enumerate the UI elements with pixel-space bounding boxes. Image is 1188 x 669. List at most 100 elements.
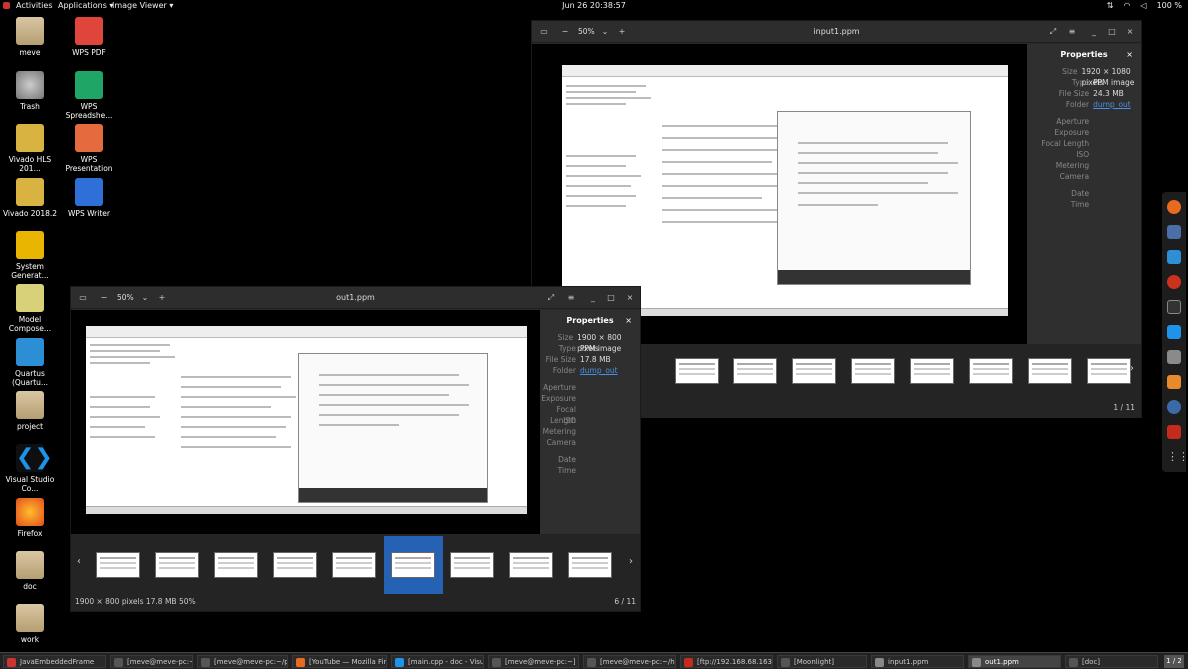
terminal-icon[interactable] (1167, 300, 1181, 314)
minimize-icon[interactable]: _ (587, 292, 599, 304)
maximize-icon[interactable]: □ (605, 292, 617, 304)
wps-spreadsheet-icon (75, 71, 103, 99)
next-arrow-icon[interactable]: › (1130, 363, 1134, 374)
menu-icon[interactable]: ≡ (1066, 26, 1078, 38)
thumbnail[interactable] (910, 358, 954, 384)
property-row: Exposure (1054, 128, 1090, 137)
close-icon[interactable]: × (624, 292, 636, 304)
app-grid-icon[interactable]: ⋮⋮ (1167, 450, 1188, 464)
desktop-icon-trash[interactable]: Trash (0, 71, 61, 111)
taskbar-item[interactable]: [meve@meve-pc:~] (488, 655, 579, 668)
property-row: Camera (1059, 172, 1090, 181)
maximize-icon[interactable]: □ (1106, 26, 1118, 38)
header-bar[interactable]: ▭ − 50% ⌄ + input1.ppm ⤢ ≡ _ □ × (532, 21, 1141, 43)
taskbar-item[interactable]: [main.cpp - doc - Visual ... (391, 655, 484, 668)
thumbnail[interactable] (214, 552, 258, 578)
taskbar-item[interactable]: [meve@meve-pc:~/home/... (583, 655, 676, 668)
property-row: Aperture (543, 383, 576, 392)
taskbar-item[interactable]: input1.ppm (871, 655, 964, 668)
taskbar-item[interactable]: [meve@meve-pc:~/proje... (197, 655, 288, 668)
close-properties-icon[interactable]: × (1126, 44, 1133, 66)
folder-icon (16, 551, 44, 579)
taskbar-item[interactable]: JavaEmbeddedFrame (3, 655, 106, 668)
java-icon[interactable] (1167, 375, 1181, 389)
desktop-icon-work[interactable]: work (0, 604, 61, 644)
taskbar-item[interactable]: [doc] (1065, 655, 1158, 668)
properties-panel: Properties × Size 1900 × 800 pixels Type PP… (540, 310, 640, 534)
model-composer-icon (16, 284, 44, 312)
thumbnail-strip[interactable]: ‹ › 1900 × 800 pixels 17.8 MB 50% 6 / 11 (71, 534, 640, 611)
image-viewer-window-out[interactable]: ▭ − 50% ⌄ + out1.ppm ⤢ ≡ _ □ × Propertie… (70, 286, 641, 612)
property-row: ISO (563, 416, 576, 425)
thumbnail[interactable] (391, 552, 435, 578)
taskbar-item-active[interactable]: out1.ppm (968, 655, 1061, 668)
thumbnail[interactable] (969, 358, 1013, 384)
desktop-icon-firefox[interactable]: Firefox (0, 498, 61, 538)
fullscreen-icon[interactable]: ⤢ (1047, 26, 1059, 38)
next-arrow-icon[interactable]: › (629, 556, 633, 567)
image-canvas[interactable] (71, 310, 540, 534)
menu-icon[interactable]: ≡ (565, 292, 577, 304)
desktop-icon-system-generator[interactable]: System Generat... (0, 231, 61, 280)
thumbnail[interactable] (273, 552, 317, 578)
folder-link[interactable]: dump_out (580, 365, 618, 376)
fullscreen-icon[interactable]: ⤢ (545, 292, 557, 304)
taskbar-item[interactable]: [ftp://192.168.68.163:2... (680, 655, 773, 668)
image-status: 1900 × 800 pixels 17.8 MB 50% (75, 597, 196, 606)
desktop-icon-wps-spreadsheet[interactable]: WPS Spreadshe... (58, 71, 120, 120)
folder-icon (16, 604, 44, 632)
thumbnail[interactable] (509, 552, 553, 578)
thumbnail[interactable] (450, 552, 494, 578)
desktop-icon-vivado-hls[interactable]: Vivado HLS 201... (0, 124, 61, 173)
screenshot-image (562, 65, 1008, 316)
desktop-icon-wps-presentation[interactable]: WPS Presentation (58, 124, 120, 173)
desktop-icon-vscode[interactable]: ❮❯ Visual Studio Co... (0, 444, 61, 493)
desktop-icon-wps-writer[interactable]: WPS Writer (58, 178, 120, 218)
vscode-icon[interactable] (1167, 325, 1181, 339)
desktop-icon-model-composer[interactable]: Model Compose... (0, 284, 61, 333)
filezilla-icon[interactable] (1167, 425, 1181, 439)
property-row: File Size 24.3 MB (1058, 89, 1124, 98)
image-viewer-icon[interactable] (1167, 350, 1181, 364)
top-bar: Activities Applications ▾ Image Viewer ▾… (0, 0, 1188, 11)
desktop-icon-quartus[interactable]: Quartus (Quartu... (0, 338, 61, 387)
thumbnail[interactable] (1028, 358, 1072, 384)
thumbnail[interactable] (675, 358, 719, 384)
property-row: Date (558, 455, 576, 464)
workspace-pager[interactable]: 1 / 2 (1164, 655, 1184, 668)
property-row: Date (1071, 189, 1090, 198)
system-tray[interactable]: ⇅ ◠ ◁ 100 % (1107, 0, 1182, 11)
thumbnail[interactable] (733, 358, 777, 384)
network-app-icon[interactable] (1167, 400, 1181, 414)
desktop-icon-vivado[interactable]: Vivado 2018.2 (0, 178, 61, 218)
thumbnail[interactable] (332, 552, 376, 578)
header-bar[interactable]: ▭ − 50% ⌄ + out1.ppm ⤢ ≡ _ □ × (71, 287, 640, 309)
thumbnail[interactable] (155, 552, 199, 578)
desktop-icon-meve[interactable]: meve (0, 17, 61, 57)
files-icon[interactable] (1167, 225, 1181, 239)
taskbar-item[interactable]: [Moonlight] (777, 655, 867, 668)
store-icon[interactable] (1167, 250, 1181, 264)
taskbar-item[interactable]: [YouTube — Mozilla Firef... (292, 655, 387, 668)
desktop-icon-doc[interactable]: doc (0, 551, 61, 591)
thumbnail[interactable] (1087, 358, 1131, 384)
close-properties-icon[interactable]: × (625, 310, 632, 332)
thumbnail[interactable] (851, 358, 895, 384)
taskbar: JavaEmbeddedFrame [meve@meve-pc:~] [meve… (0, 652, 1188, 669)
desktop-icon-wps-pdf[interactable]: WPS PDF (58, 17, 120, 57)
firefox-icon[interactable] (1167, 200, 1181, 214)
close-icon[interactable]: × (1124, 26, 1136, 38)
folder-link[interactable]: dump_out (1093, 99, 1131, 110)
vscode-icon: ❮❯ (16, 444, 53, 472)
desktop-icon-project[interactable]: project (0, 391, 61, 431)
previous-arrow-icon[interactable]: ‹ (77, 556, 81, 567)
thumbnail[interactable] (568, 552, 612, 578)
thumbnail[interactable] (96, 552, 140, 578)
taskbar-item[interactable]: [meve@meve-pc:~] (110, 655, 193, 668)
minimize-icon[interactable]: _ (1088, 26, 1100, 38)
thumbnail[interactable] (792, 358, 836, 384)
property-row: Folder dump_out (552, 365, 618, 376)
clock[interactable]: Jun 26 20:38:57 (0, 0, 1188, 11)
help-icon[interactable] (1167, 275, 1181, 289)
wps-writer-icon (75, 178, 103, 206)
